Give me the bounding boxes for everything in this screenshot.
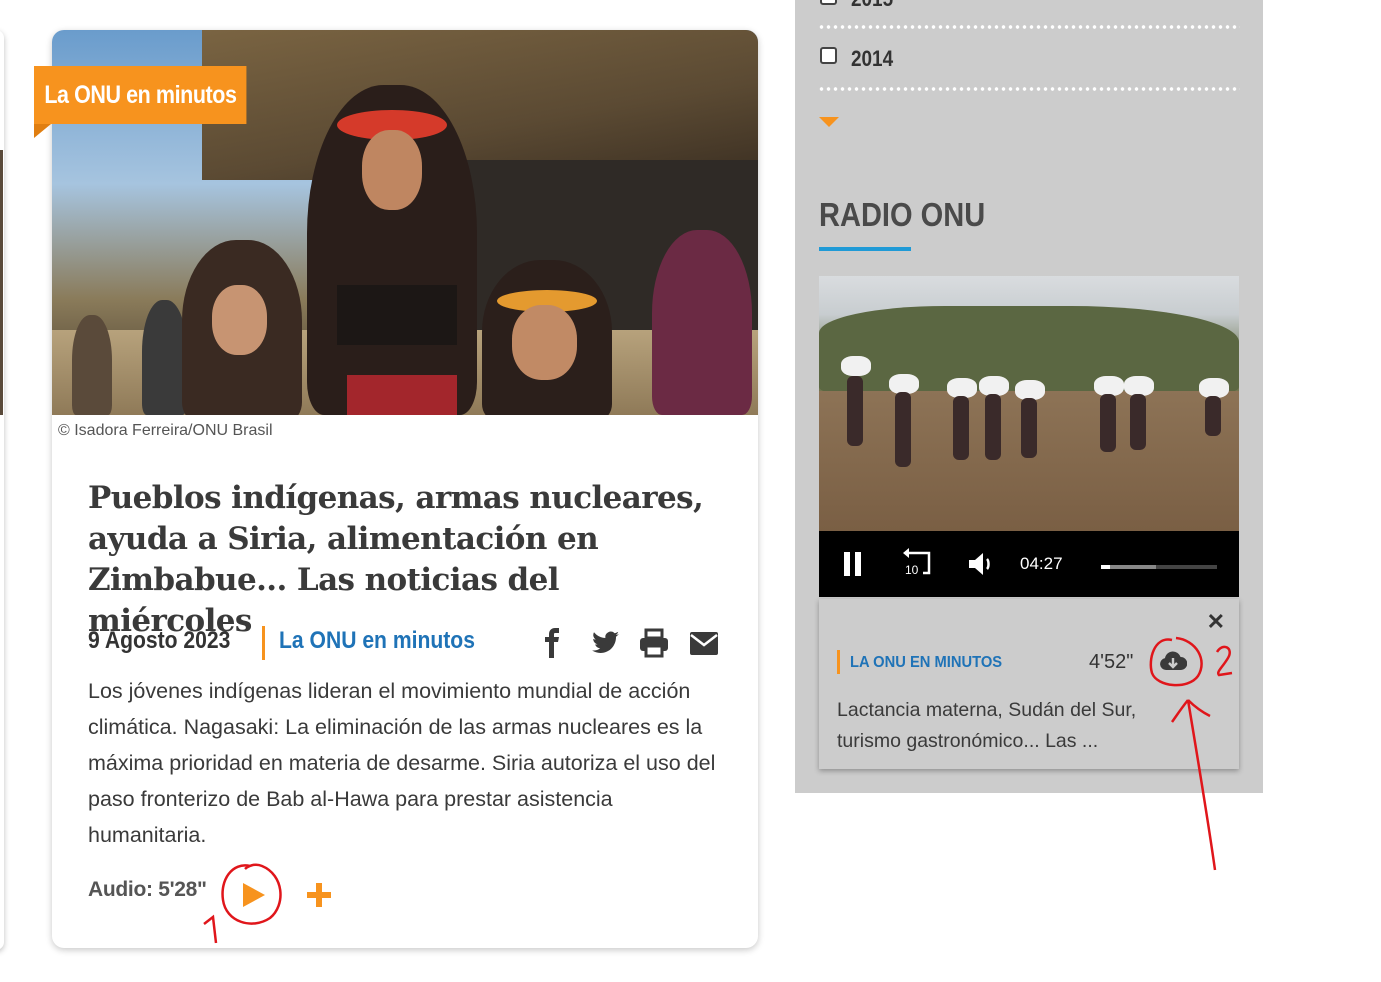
email-icon[interactable] — [688, 627, 720, 659]
photo-credit: © Isadora Ferreira/ONU Brasil — [58, 422, 273, 439]
popup-divider — [837, 650, 840, 674]
photo-child-right — [482, 260, 612, 415]
photo-woman — [307, 85, 477, 415]
image-sack — [841, 356, 871, 376]
dotted-divider — [818, 87, 1240, 91]
playback-time: 04:27 — [1020, 554, 1063, 573]
article-category-link[interactable]: La ONU en minutos — [279, 627, 475, 655]
meta-divider — [262, 626, 265, 660]
image-sack — [1199, 378, 1229, 398]
radio-player-image — [819, 276, 1239, 531]
image-walker — [1100, 394, 1116, 452]
play-icon — [243, 883, 265, 907]
plus-icon — [307, 883, 331, 907]
image-walker — [895, 392, 911, 467]
image-walker — [953, 396, 969, 460]
image-walker — [985, 394, 1001, 460]
photo-bystander — [652, 230, 752, 415]
category-tag-fold — [34, 124, 51, 138]
print-icon[interactable] — [638, 627, 670, 659]
rewind-10-icon[interactable]: 10 — [901, 547, 935, 579]
volume-icon[interactable] — [967, 551, 995, 577]
popup-description[interactable]: Lactancia materna, Sudán del Sur, turism… — [837, 695, 1177, 757]
category-tag[interactable]: La ONU en minutos — [34, 66, 247, 124]
progress-played — [1101, 565, 1111, 569]
facebook-icon[interactable] — [537, 627, 569, 659]
twitter-icon[interactable] — [589, 627, 621, 659]
now-playing-popup: ✕ LA ONU EN MINUTOS 4'52" Lactancia mate… — [819, 599, 1239, 769]
previous-card-photo-edge — [0, 150, 3, 415]
year-label: 2015 — [851, 0, 893, 12]
article-date: 9 Agosto 2023 — [88, 627, 231, 654]
photo-bystander — [142, 300, 187, 415]
year-label: 2014 — [851, 46, 894, 71]
cloud-download-icon[interactable] — [1159, 650, 1188, 674]
close-icon[interactable]: ✕ — [1207, 611, 1225, 633]
photo-hut-roof — [202, 30, 758, 180]
image-sack — [947, 378, 977, 398]
play-audio-button[interactable] — [238, 880, 268, 910]
photo-bystander — [72, 315, 112, 415]
image-sack — [1015, 380, 1045, 400]
add-to-playlist-button[interactable] — [306, 882, 332, 908]
image-sack — [1094, 376, 1124, 396]
year-checkbox[interactable] — [820, 47, 837, 64]
image-walker — [1205, 396, 1221, 436]
audio-duration-label: Audio: 5'28" — [88, 878, 207, 901]
article-title[interactable]: Pueblos indígenas, armas nucleares, ayud… — [88, 478, 708, 642]
popup-category-link[interactable]: LA ONU EN MINUTOS — [850, 654, 1002, 672]
pause-icon[interactable] — [843, 552, 863, 576]
image-sack — [889, 374, 919, 394]
radio-title-underline — [819, 247, 911, 251]
photo-child-left — [182, 240, 302, 415]
image-walker — [1130, 394, 1146, 450]
rewind-seconds: 10 — [905, 563, 919, 577]
image-walker — [1021, 398, 1037, 458]
dotted-divider — [818, 25, 1240, 29]
year-checkbox[interactable] — [820, 0, 837, 5]
image-sack — [1124, 376, 1154, 396]
progress-bar[interactable] — [1101, 565, 1217, 569]
image-sack — [979, 376, 1009, 396]
popup-duration: 4'52" — [1089, 651, 1134, 673]
image-walker — [847, 376, 863, 446]
article-description: Los jóvenes indígenas lideran el movimie… — [88, 679, 716, 847]
expand-years-arrow-icon[interactable] — [819, 117, 839, 127]
audio-player-controls: 10 04:27 — [819, 531, 1239, 597]
radio-section-title: RADIO ONU — [819, 196, 986, 233]
